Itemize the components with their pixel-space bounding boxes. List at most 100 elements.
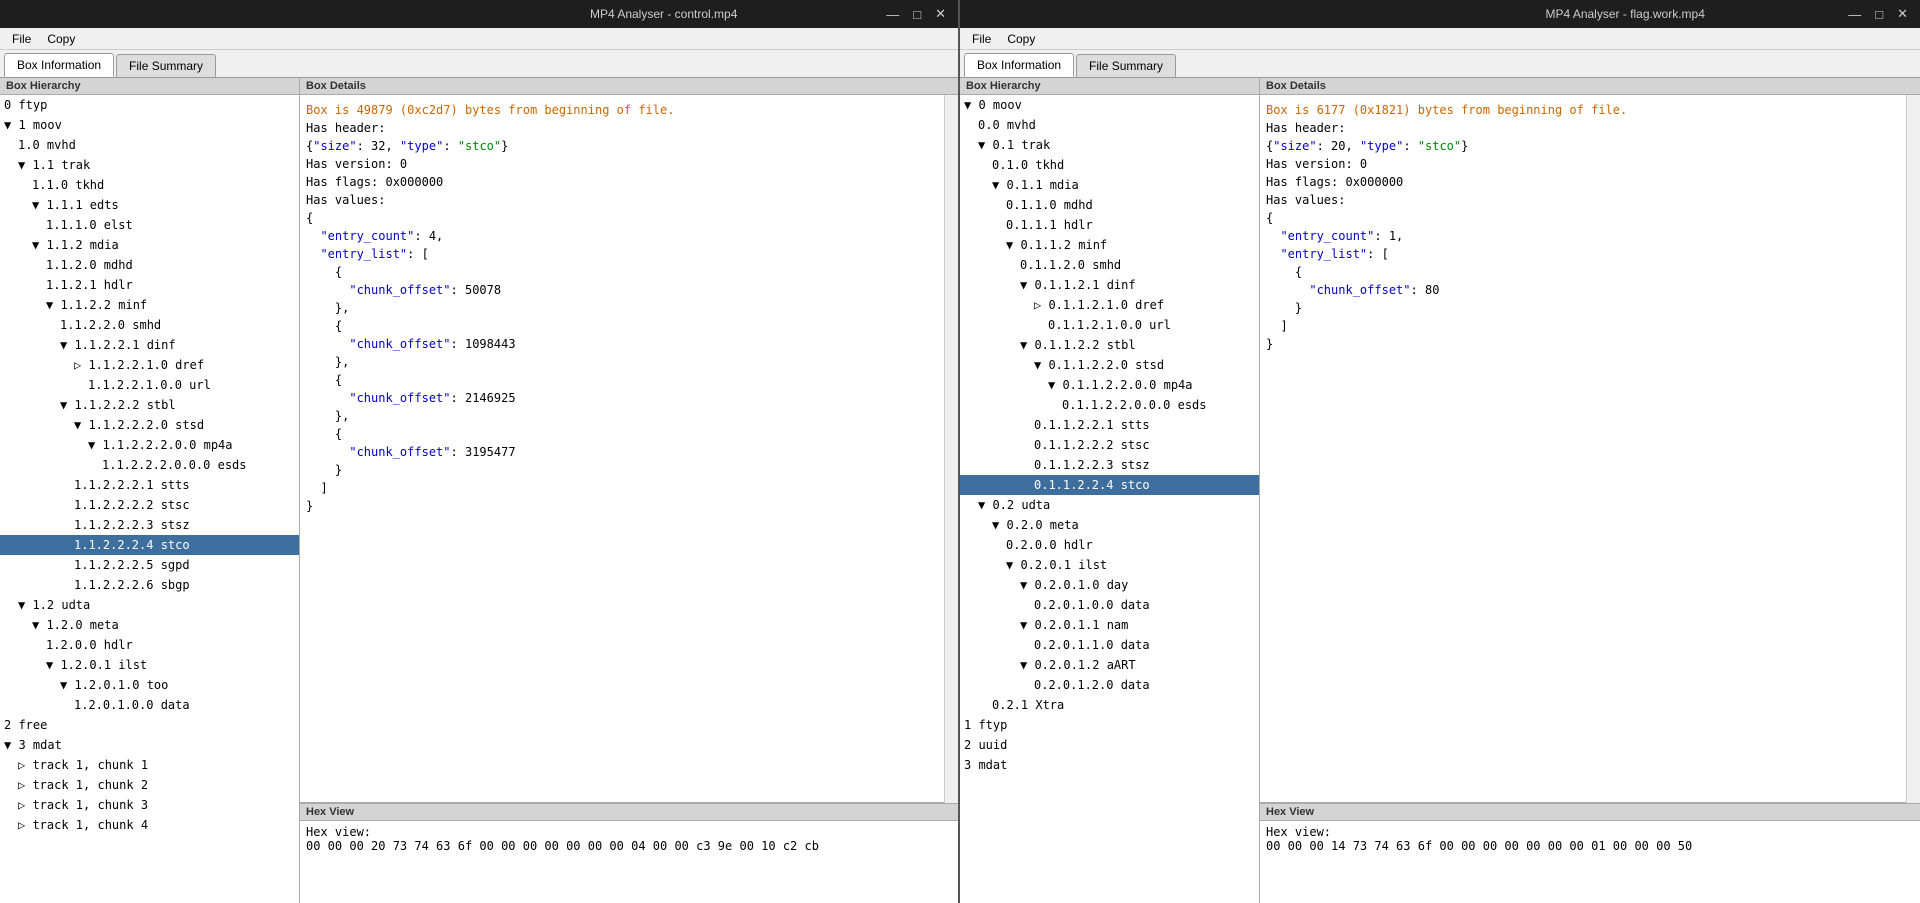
tree-item[interactable]: 0 ftyp: [0, 95, 299, 115]
tree-item[interactable]: ▼ 1.1.2.2.2.0.0 mp4a: [0, 435, 299, 455]
tree-item[interactable]: ▷ track 1, chunk 4: [0, 815, 299, 835]
tree-item[interactable]: 0.1.1.2.2.1 stts: [960, 415, 1259, 435]
left-minimize-button[interactable]: —: [882, 6, 903, 22]
right-tab-file-summary[interactable]: File Summary: [1076, 54, 1176, 77]
tree-item[interactable]: ▼ 0 moov: [960, 95, 1259, 115]
left-tree-header: Box Hierarchy: [0, 78, 299, 95]
tree-item[interactable]: ▼ 0.1.1 mdia: [960, 175, 1259, 195]
tree-item[interactable]: ▼ 1 moov: [0, 115, 299, 135]
tree-item[interactable]: 0.1.1.2.2.2 stsc: [960, 435, 1259, 455]
tree-item[interactable]: ▼ 1.1.2.2.2.0 stsd: [0, 415, 299, 435]
right-close-button[interactable]: ✕: [1893, 6, 1912, 22]
details-line: },: [306, 353, 938, 371]
tree-item[interactable]: ▷ 1.1.2.2.1.0 dref: [0, 355, 299, 375]
tree-item[interactable]: 0.1.1.1 hdlr: [960, 215, 1259, 235]
tree-item[interactable]: 1.1.2.2.1.0.0 url: [0, 375, 299, 395]
tree-item[interactable]: 1.1.2.2.2.2 stsc: [0, 495, 299, 515]
left-menu-file[interactable]: File: [4, 30, 39, 48]
tree-item[interactable]: 0.1.1.2.2.0.0.0 esds: [960, 395, 1259, 415]
right-tree-panel: Box Hierarchy ▼ 0 moov0.0 mvhd▼ 0.1 trak…: [960, 78, 1260, 903]
tree-item[interactable]: 1 ftyp: [960, 715, 1259, 735]
left-menu-copy[interactable]: Copy: [39, 30, 83, 48]
tree-item[interactable]: ▼ 0.2 udta: [960, 495, 1259, 515]
right-menu-file[interactable]: File: [964, 30, 999, 48]
tree-item[interactable]: ▼ 0.1.1.2.1 dinf: [960, 275, 1259, 295]
tree-item[interactable]: ▼ 1.1 trak: [0, 155, 299, 175]
tree-item[interactable]: 1.1.0 tkhd: [0, 175, 299, 195]
tree-item[interactable]: 0.2.1 Xtra: [960, 695, 1259, 715]
left-tab-box-information[interactable]: Box Information: [4, 53, 114, 77]
right-minimize-button[interactable]: —: [1844, 6, 1865, 22]
tree-item[interactable]: 1.1.2.1 hdlr: [0, 275, 299, 295]
tree-item[interactable]: ▼ 1.1.2.2 minf: [0, 295, 299, 315]
left-tree-content[interactable]: 0 ftyp▼ 1 moov1.0 mvhd▼ 1.1 trak1.1.0 tk…: [0, 95, 299, 903]
details-line: Has header:: [1266, 119, 1900, 137]
tree-item[interactable]: ▼ 0.2.0.1.1 nam: [960, 615, 1259, 635]
tree-item[interactable]: 1.2.0.0 hdlr: [0, 635, 299, 655]
tree-item[interactable]: ▼ 1.2.0.1.0 too: [0, 675, 299, 695]
tree-item[interactable]: 1.1.2.2.2.5 sgpd: [0, 555, 299, 575]
tree-item[interactable]: 1.1.1.0 elst: [0, 215, 299, 235]
tree-item[interactable]: ▼ 0.1 trak: [960, 135, 1259, 155]
tree-item[interactable]: ▼ 1.2.0.1 ilst: [0, 655, 299, 675]
tree-item[interactable]: 0.1.1.2.1.0.0 url: [960, 315, 1259, 335]
right-tab-box-information[interactable]: Box Information: [964, 53, 1074, 77]
right-hex-panel: Hex View Hex view: 00 00 00 14 73 74 63 …: [1260, 803, 1920, 903]
tree-item[interactable]: 3 mdat: [960, 755, 1259, 775]
tree-item[interactable]: ▼ 0.1.1.2.2.0 stsd: [960, 355, 1259, 375]
tree-item[interactable]: 1.1.2.0 mdhd: [0, 255, 299, 275]
tree-item[interactable]: ▼ 0.2.0.1 ilst: [960, 555, 1259, 575]
tree-item[interactable]: 0.2.0.1.1.0 data: [960, 635, 1259, 655]
tree-item[interactable]: 0.1.0 tkhd: [960, 155, 1259, 175]
tree-item[interactable]: 0.1.1.0 mdhd: [960, 195, 1259, 215]
tree-item[interactable]: ▼ 0.2.0 meta: [960, 515, 1259, 535]
tree-item[interactable]: 0.1.1.2.0 smhd: [960, 255, 1259, 275]
tree-item[interactable]: 1.1.2.2.2.6 sbgp: [0, 575, 299, 595]
left-tab-file-summary[interactable]: File Summary: [116, 54, 216, 77]
tree-item[interactable]: 0.2.0.0 hdlr: [960, 535, 1259, 555]
left-details-scrollbar[interactable]: [944, 95, 958, 803]
tree-item[interactable]: ▼ 0.2.0.1.0 day: [960, 575, 1259, 595]
tree-item[interactable]: 1.0 mvhd: [0, 135, 299, 155]
tree-item[interactable]: ▼ 3 mdat: [0, 735, 299, 755]
right-restore-button[interactable]: □: [1871, 6, 1887, 22]
tree-item[interactable]: 0.2.0.1.2.0 data: [960, 675, 1259, 695]
left-restore-button[interactable]: □: [909, 6, 925, 22]
tree-item[interactable]: 2 uuid: [960, 735, 1259, 755]
tree-item[interactable]: ▼ 0.1.1.2.2.0.0 mp4a: [960, 375, 1259, 395]
left-close-button[interactable]: ✕: [931, 6, 950, 22]
tree-item[interactable]: 1.2.0.1.0.0 data: [0, 695, 299, 715]
tree-item[interactable]: 0.0 mvhd: [960, 115, 1259, 135]
tree-item[interactable]: ▼ 1.1.2.2.1 dinf: [0, 335, 299, 355]
tree-item[interactable]: 1.1.2.2.2.1 stts: [0, 475, 299, 495]
tree-item[interactable]: 2 free: [0, 715, 299, 735]
tree-item[interactable]: ▷ track 1, chunk 3: [0, 795, 299, 815]
tree-item[interactable]: 0.1.1.2.2.3 stsz: [960, 455, 1259, 475]
tree-item[interactable]: ▼ 1.2.0 meta: [0, 615, 299, 635]
right-menu-copy[interactable]: Copy: [999, 30, 1043, 48]
details-line: Has flags: 0x000000: [1266, 173, 1900, 191]
tree-item[interactable]: 0.2.0.1.0.0 data: [960, 595, 1259, 615]
tree-item[interactable]: ▼ 0.2.0.1.2 aART: [960, 655, 1259, 675]
details-line: {: [306, 209, 938, 227]
tree-item[interactable]: ▼ 1.1.2 mdia: [0, 235, 299, 255]
right-right-panels: Box Details Box is 6177 (0x1821) bytes f…: [1260, 78, 1920, 903]
right-details-scrollbar[interactable]: [1906, 95, 1920, 803]
tree-item[interactable]: 1.1.2.2.2.0.0.0 esds: [0, 455, 299, 475]
tree-item[interactable]: ▼ 1.1.1 edts: [0, 195, 299, 215]
tree-item[interactable]: 0.1.1.2.2.4 stco: [960, 475, 1259, 495]
tree-item[interactable]: ▼ 0.1.1.2 minf: [960, 235, 1259, 255]
right-tree-content[interactable]: ▼ 0 moov0.0 mvhd▼ 0.1 trak0.1.0 tkhd▼ 0.…: [960, 95, 1259, 903]
details-line: Has flags: 0x000000: [306, 173, 938, 191]
tree-item[interactable]: ▷ track 1, chunk 2: [0, 775, 299, 795]
tree-item[interactable]: ▼ 0.1.1.2.2 stbl: [960, 335, 1259, 355]
tree-item[interactable]: ▷ track 1, chunk 1: [0, 755, 299, 775]
tree-item[interactable]: ▷ 0.1.1.2.1.0 dref: [960, 295, 1259, 315]
tree-item[interactable]: ▼ 1.2 udta: [0, 595, 299, 615]
details-line: {"size": 20, "type": "stco"}: [1266, 137, 1900, 155]
tree-item[interactable]: 1.1.2.2.2.4 stco: [0, 535, 299, 555]
tree-item[interactable]: 1.1.2.2.2.3 stsz: [0, 515, 299, 535]
tree-item[interactable]: 1.1.2.2.0 smhd: [0, 315, 299, 335]
details-line: Has values:: [306, 191, 938, 209]
tree-item[interactable]: ▼ 1.1.2.2.2 stbl: [0, 395, 299, 415]
